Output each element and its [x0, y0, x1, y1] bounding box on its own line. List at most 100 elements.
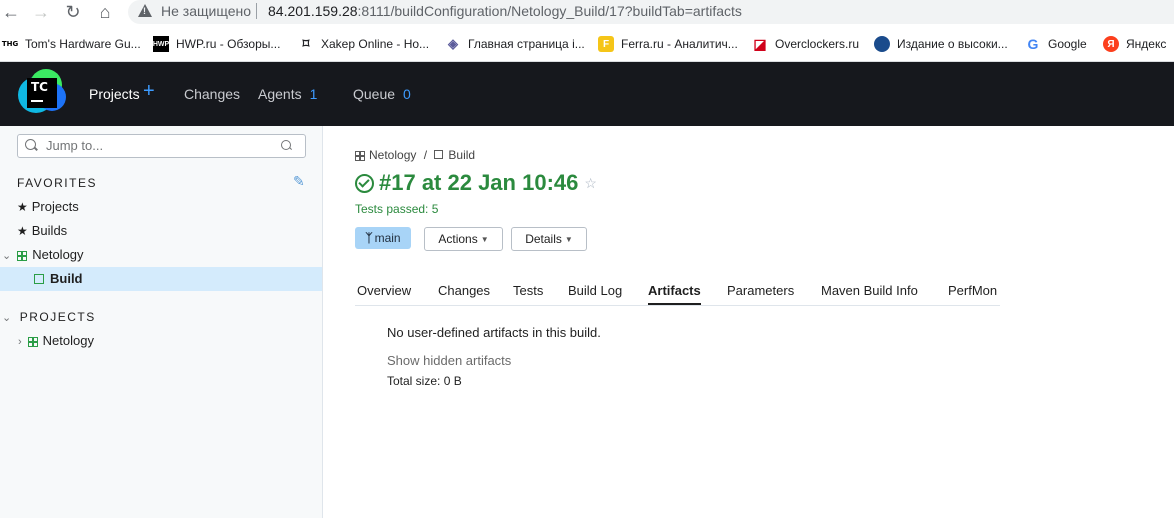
bookmark-overclockers[interactable]: ◪ Overclockers.ru	[752, 35, 859, 53]
bookmark-label: Overclockers.ru	[775, 37, 860, 51]
build-item: Build	[34, 271, 83, 286]
build-config-icon	[34, 274, 44, 284]
breadcrumb: Netology / Build	[355, 148, 475, 162]
nav-queue[interactable]: Queue 0	[353, 86, 411, 102]
bookmark-ixbt[interactable]: ◈ Главная страница i...	[445, 35, 585, 53]
page-title: #17 at 22 Jan 10:46 ☆	[355, 170, 597, 196]
nav-projects[interactable]: Projects	[89, 86, 140, 102]
url-host: 84.201.159.28	[268, 3, 358, 19]
favorite-label: Projects	[31, 199, 79, 214]
bookmark-label: Яндекс	[1126, 37, 1167, 51]
no-artifacts-message: No user-defined artifacts in this build.	[387, 325, 601, 340]
search-submit-icon[interactable]	[281, 140, 291, 150]
success-check-icon	[355, 173, 374, 193]
project-icon	[355, 151, 365, 161]
show-hidden-artifacts-link[interactable]: Show hidden artifacts	[387, 353, 511, 368]
breadcrumb-separator: /	[423, 148, 428, 162]
project-label: Netology	[32, 247, 84, 262]
tree-build-selected[interactable]: Build	[0, 267, 322, 291]
projects-heading-label: PROJECTS	[19, 310, 96, 324]
details-button[interactable]: Details ▼	[511, 227, 587, 251]
build-title-text: #17 at 22 Jan 10:46	[379, 170, 579, 195]
active-tab-indicator	[648, 303, 701, 305]
search-icon	[25, 139, 36, 150]
star-outline-icon[interactable]: ☆	[584, 175, 597, 192]
forward-arrow-icon[interactable]: →	[30, 1, 52, 23]
tab-overview[interactable]: Overview	[357, 283, 411, 298]
details-label: Details	[525, 232, 562, 246]
favorite-builds[interactable]: ★ Builds	[17, 223, 67, 238]
project-icon	[27, 337, 38, 347]
bookmark-yandex[interactable]: Я Яндекс	[1103, 35, 1166, 53]
teamcity-logo[interactable]: TC	[18, 69, 66, 117]
project-icon	[17, 251, 28, 261]
star-icon: ★	[17, 200, 28, 214]
chevron-down-icon[interactable]: ⌄	[2, 312, 13, 324]
bookmark-xakep[interactable]: ⌑ Xakep Online - Но...	[298, 35, 429, 53]
bookmark-label: Xakep Online - Но...	[321, 37, 430, 51]
favorites-heading: FAVORITES	[17, 176, 97, 190]
actions-label: Actions	[438, 232, 478, 246]
tab-changes[interactable]: Changes	[438, 283, 490, 298]
chevron-right-icon[interactable]: ›	[18, 336, 22, 348]
bookmark-label: Ferra.ru - Аналитич...	[621, 37, 738, 51]
search-placeholder: Jump to...	[46, 138, 104, 153]
habr-icon	[874, 36, 890, 52]
overclockers-icon: ◪	[753, 35, 767, 52]
toms-hardware-icon: THG	[1, 40, 19, 48]
total-size: Total size: 0 B	[387, 374, 462, 388]
nav-changes[interactable]: Changes	[184, 86, 240, 102]
xakep-icon: ⌑	[302, 36, 310, 51]
tab-parameters[interactable]: Parameters	[727, 283, 794, 298]
sidebar: Jump to... FAVORITES ✎ ★ Projects ★ Builds…	[0, 126, 323, 518]
warning-icon	[138, 4, 152, 17]
tab-build-log[interactable]: Build Log	[568, 283, 622, 298]
bookmark-label: Главная страница i...	[468, 37, 585, 51]
tree-project-netology[interactable]: ⌄ Netology	[2, 247, 84, 262]
favorite-projects[interactable]: ★ Projects	[17, 199, 79, 214]
ixbt-icon: ◈	[448, 36, 458, 51]
breadcrumb-build[interactable]: Build	[448, 148, 475, 162]
bookmark-habr[interactable]: Издание о высоки...	[874, 35, 1008, 53]
bookmark-label: HWP.ru - Обзоры...	[176, 37, 281, 51]
bookmarks-bar: THG Tom's Hardware Gu... HWP HWP.ru - Об…	[0, 26, 1174, 62]
yandex-icon: Я	[1103, 36, 1119, 52]
tab-perfmon[interactable]: PerfMon	[948, 283, 997, 298]
build-label: Build	[50, 271, 83, 286]
tab-artifacts[interactable]: Artifacts	[648, 283, 701, 298]
chevron-down-icon[interactable]: ⌄	[2, 250, 11, 262]
projects-heading: ⌄ PROJECTS	[2, 310, 96, 324]
branch-badge[interactable]: ᛉ main	[355, 227, 411, 249]
favorite-label: Builds	[31, 223, 68, 238]
bookmark-toms-hardware[interactable]: THG Tom's Hardware Gu...	[2, 35, 141, 53]
breadcrumb-project[interactable]: Netology	[369, 148, 416, 162]
branch-icon: ᛉ	[365, 231, 373, 245]
bookmark-ferra[interactable]: F Ferra.ru - Аналитич...	[598, 35, 738, 53]
branch-label: main	[374, 231, 401, 245]
agents-count: 1	[309, 86, 318, 102]
queue-label: Queue	[353, 86, 396, 102]
actions-button[interactable]: Actions ▼	[424, 227, 503, 251]
tab-maven-build-info[interactable]: Maven Build Info	[821, 283, 918, 298]
add-project-plus-icon[interactable]: +	[143, 80, 155, 103]
chevron-down-icon: ▼	[564, 234, 573, 244]
tests-status[interactable]: Tests passed: 5	[355, 202, 438, 216]
tab-tests[interactable]: Tests	[513, 283, 543, 298]
projects-netology[interactable]: › Netology	[18, 333, 94, 348]
url-path: :8111/buildConfiguration/Netology_Build/…	[357, 3, 742, 19]
jump-to-search[interactable]: Jump to...	[17, 134, 306, 158]
bookmark-hwp[interactable]: HWP HWP.ru - Обзоры...	[153, 35, 280, 53]
bookmark-label: Издание о высоки...	[897, 37, 1008, 51]
app-header: TC Projects + Changes Agents 1 Queue 0	[0, 62, 1174, 126]
google-icon: G	[1027, 36, 1039, 52]
star-icon: ★	[17, 224, 28, 238]
security-status: Не защищено	[161, 3, 251, 19]
home-icon[interactable]: ⌂	[94, 1, 116, 23]
nav-agents[interactable]: Agents 1	[258, 86, 317, 102]
back-arrow-icon[interactable]: ←	[0, 1, 22, 23]
logo-text: TC	[31, 80, 48, 94]
bookmark-google[interactable]: G Google	[1025, 35, 1087, 53]
reload-icon[interactable]: ↻	[62, 1, 84, 23]
pencil-edit-icon[interactable]: ✎	[293, 174, 307, 188]
address-bar[interactable]: Не защищено 84.201.159.28:8111/buildConf…	[128, 0, 1174, 24]
